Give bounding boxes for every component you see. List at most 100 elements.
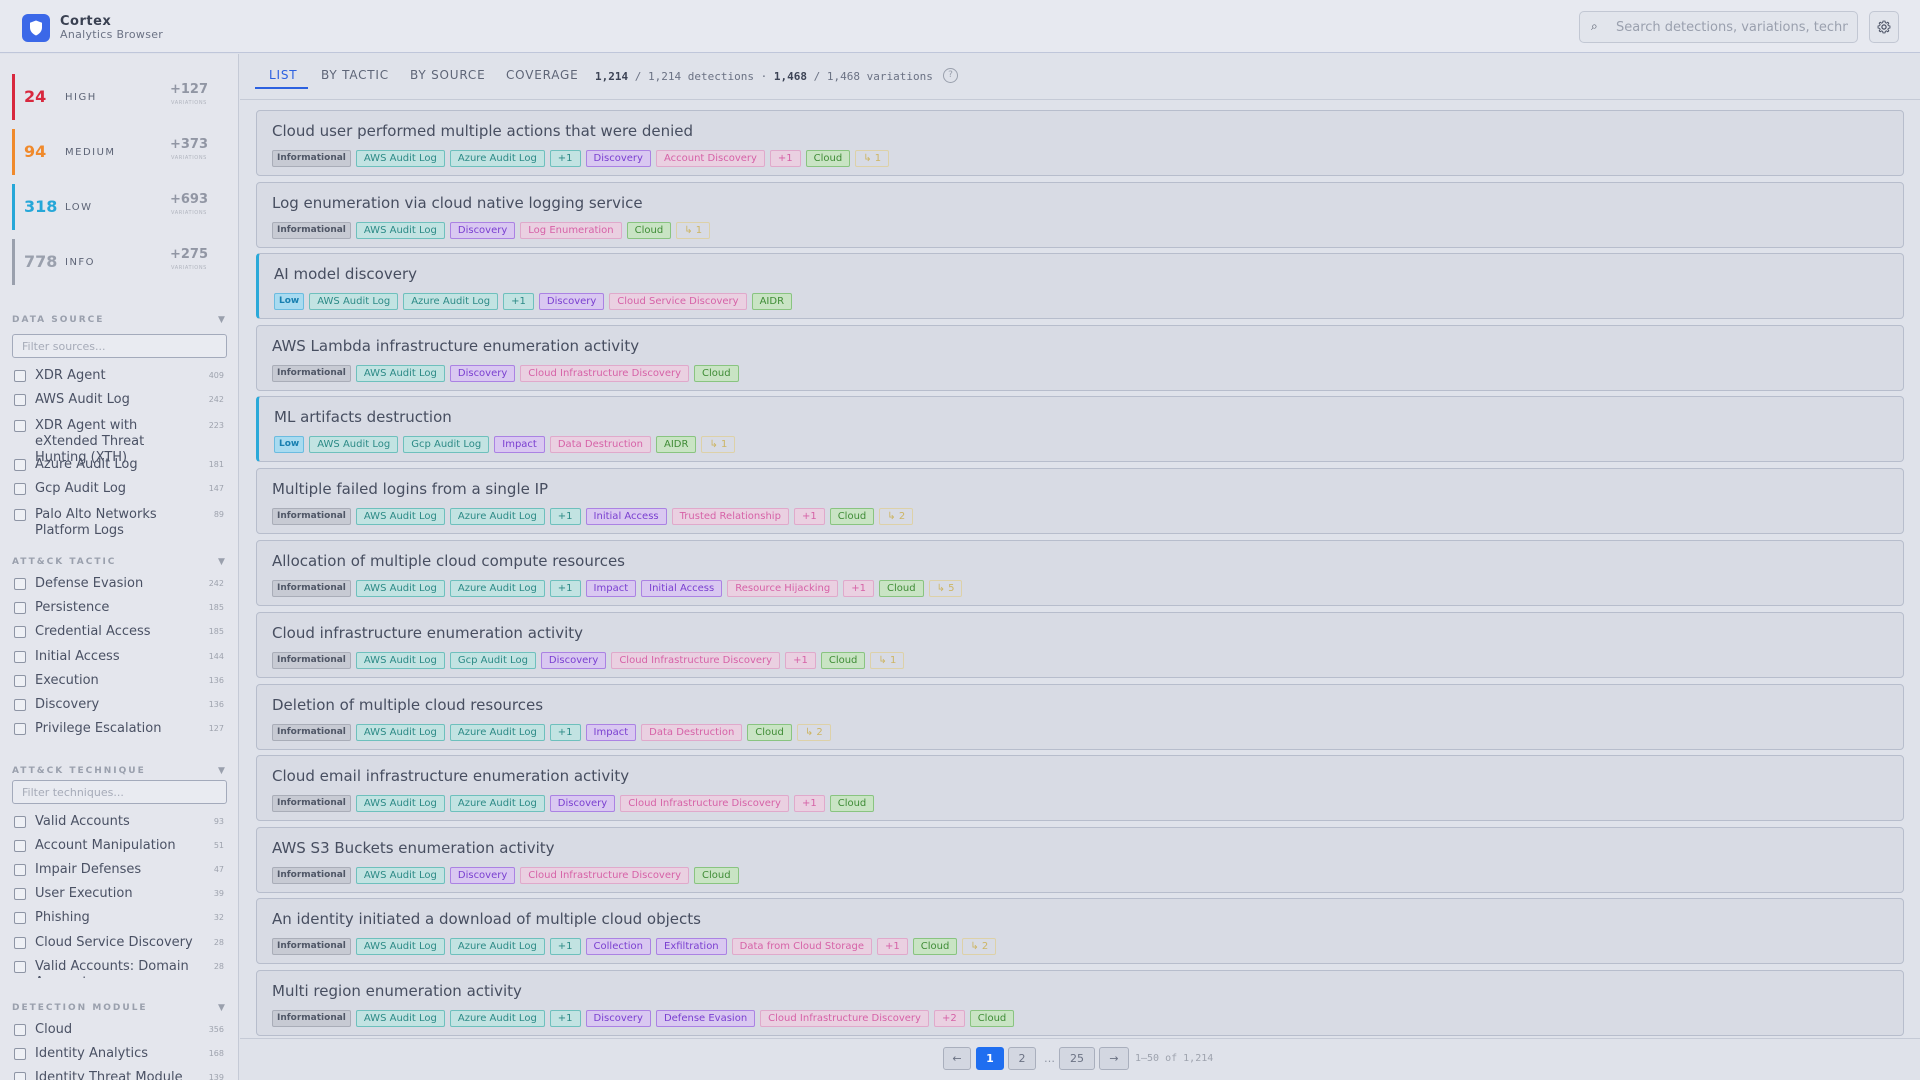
- chevron-down-icon[interactable]: ▼: [218, 766, 225, 776]
- checkbox[interactable]: [14, 961, 26, 973]
- attack-tactic-option[interactable]: Privilege Escalation 127: [14, 721, 224, 737]
- data-source-option[interactable]: Azure Audit Log 181: [14, 457, 224, 473]
- checkbox[interactable]: [14, 483, 26, 495]
- help-icon[interactable]: ?: [943, 68, 958, 83]
- tab-list[interactable]: LIST: [269, 68, 297, 82]
- detection-card[interactable]: AI model discovery Low AWS Audit Log Azure …: [256, 253, 1904, 319]
- module-tag: Cloud: [694, 365, 739, 382]
- page-25-button[interactable]: 25: [1059, 1047, 1095, 1070]
- tab-by-source[interactable]: BY SOURCE: [410, 68, 485, 82]
- chevron-down-icon[interactable]: ▼: [218, 315, 225, 325]
- next-page-button[interactable]: →: [1099, 1047, 1129, 1070]
- detection-title: AI model discovery: [274, 265, 418, 283]
- attack-tactic-option[interactable]: Discovery 136: [14, 697, 224, 713]
- chevron-down-icon[interactable]: ▼: [218, 557, 225, 567]
- option-count: 223: [208, 421, 224, 430]
- option-label: Gcp Audit Log: [35, 481, 127, 496]
- app-subtitle: Analytics Browser: [60, 28, 164, 41]
- attack-technique-option[interactable]: Account Manipulation 51: [14, 838, 224, 854]
- attack-technique-option[interactable]: Valid Accounts: Domain Accounts 28: [14, 959, 224, 978]
- tab-by-tactic[interactable]: BY TACTIC: [321, 68, 389, 82]
- data-source-option[interactable]: XDR Agent with eXtended Threat Hunting (…: [14, 418, 224, 465]
- filter-techniques-input[interactable]: [12, 780, 227, 804]
- checkbox[interactable]: [14, 1048, 26, 1060]
- detection-card[interactable]: AWS Lambda infrastructure enumeration ac…: [256, 325, 1904, 391]
- detection-card[interactable]: Log enumeration via cloud native logging…: [256, 182, 1904, 248]
- severity-low[interactable]: 318 LOW +693 VARIATIONS: [12, 184, 224, 230]
- checkbox[interactable]: [14, 459, 26, 471]
- severity-high[interactable]: 24 HIGH +127 VARIATIONS: [12, 74, 224, 120]
- checkbox[interactable]: [14, 1072, 26, 1080]
- checkbox[interactable]: [14, 888, 26, 900]
- filter-sources-input[interactable]: [12, 334, 227, 358]
- page-1-button[interactable]: 1: [976, 1047, 1004, 1070]
- detection-card[interactable]: Cloud infrastructure enumeration activit…: [256, 612, 1904, 678]
- attack-tactic-option[interactable]: Persistence 185: [14, 600, 224, 616]
- section-title-attack-tactic: ATT&CK TACTIC: [12, 557, 117, 567]
- checkbox[interactable]: [14, 723, 26, 735]
- attack-tactic-option[interactable]: Execution 136: [14, 673, 224, 689]
- checkbox[interactable]: [14, 1024, 26, 1036]
- attack-tactic-option[interactable]: Defense Evasion 242: [14, 576, 224, 592]
- data-source-option[interactable]: XDR Agent 409: [14, 368, 224, 384]
- search-input[interactable]: [1616, 16, 1848, 38]
- checkbox[interactable]: [14, 937, 26, 949]
- checkbox[interactable]: [14, 840, 26, 852]
- severity-variations: +275: [169, 247, 209, 262]
- checkbox[interactable]: [14, 509, 26, 521]
- severity-medium[interactable]: 94 MEDIUM +373 VARIATIONS: [12, 129, 224, 175]
- detection-card[interactable]: Allocation of multiple cloud compute res…: [256, 540, 1904, 606]
- variation-count-tag: ↳ 1: [701, 436, 736, 453]
- detection-module-option[interactable]: Identity Threat Module 139: [14, 1070, 224, 1080]
- page-2-button[interactable]: 2: [1008, 1047, 1036, 1070]
- checkbox[interactable]: [14, 420, 26, 432]
- attack-tactic-option[interactable]: Credential Access 185: [14, 624, 224, 640]
- checkbox[interactable]: [14, 626, 26, 638]
- tag-row: Informational AWS Audit Log Azure Audit Lo…: [272, 150, 890, 167]
- source-tag: AWS Audit Log: [355, 1010, 445, 1027]
- checkbox[interactable]: [14, 816, 26, 828]
- checkbox[interactable]: [14, 864, 26, 876]
- data-source-option[interactable]: Gcp Audit Log 147: [14, 481, 224, 497]
- checkbox[interactable]: [14, 394, 26, 406]
- chevron-down-icon[interactable]: ▼: [218, 1003, 225, 1013]
- detection-card[interactable]: Deletion of multiple cloud resources Info…: [256, 684, 1904, 750]
- technique-tag: +2: [933, 1010, 965, 1027]
- checkbox[interactable]: [14, 578, 26, 590]
- search-box[interactable]: ⌕: [1579, 11, 1858, 43]
- data-source-option[interactable]: AWS Audit Log 242: [14, 392, 224, 408]
- attack-tactic-option[interactable]: Initial Access 144: [14, 649, 224, 665]
- detection-card[interactable]: Cloud user performed multiple actions th…: [256, 110, 1904, 176]
- tactic-tag: Initial Access: [585, 508, 667, 525]
- attack-technique-option[interactable]: Impair Defenses 47: [14, 862, 224, 878]
- option-count: 181: [208, 460, 224, 469]
- checkbox[interactable]: [14, 675, 26, 687]
- detection-module-option[interactable]: Cloud 356: [14, 1022, 224, 1038]
- checkbox[interactable]: [14, 912, 26, 924]
- tab-coverage[interactable]: COVERAGE: [506, 68, 579, 82]
- attack-technique-option[interactable]: Cloud Service Discovery 28: [14, 935, 224, 951]
- technique-tag: Account Discovery: [655, 150, 765, 167]
- attack-technique-option[interactable]: Phishing 32: [14, 910, 224, 926]
- settings-button[interactable]: [1869, 11, 1899, 43]
- data-source-option[interactable]: Palo Alto Networks Platform Logs 89: [14, 507, 224, 539]
- checkbox[interactable]: [14, 602, 26, 614]
- source-tag: AWS Audit Log: [355, 938, 445, 955]
- source-tag: Azure Audit Log: [449, 938, 545, 955]
- attack-technique-option[interactable]: Valid Accounts 93: [14, 814, 224, 830]
- detection-card[interactable]: ML artifacts destruction Low AWS Audit Log…: [256, 396, 1904, 462]
- source-tag: AWS Audit Log: [355, 867, 445, 884]
- option-count: 139: [208, 1073, 224, 1080]
- severity-info[interactable]: 778 INFO +275 VARIATIONS: [12, 239, 224, 285]
- detection-card[interactable]: AWS S3 Buckets enumeration activity Infor…: [256, 827, 1904, 893]
- checkbox[interactable]: [14, 370, 26, 382]
- checkbox[interactable]: [14, 651, 26, 663]
- prev-page-button[interactable]: ←: [943, 1047, 971, 1070]
- detection-card[interactable]: Cloud email infrastructure enumeration a…: [256, 755, 1904, 821]
- detection-card[interactable]: Multi region enumeration activity Informa…: [256, 970, 1904, 1036]
- detection-module-option[interactable]: Identity Analytics 168: [14, 1046, 224, 1062]
- attack-technique-option[interactable]: User Execution 39: [14, 886, 224, 902]
- checkbox[interactable]: [14, 699, 26, 711]
- detection-card[interactable]: An identity initiated a download of mult…: [256, 898, 1904, 964]
- detection-card[interactable]: Multiple failed logins from a single IP I…: [256, 468, 1904, 534]
